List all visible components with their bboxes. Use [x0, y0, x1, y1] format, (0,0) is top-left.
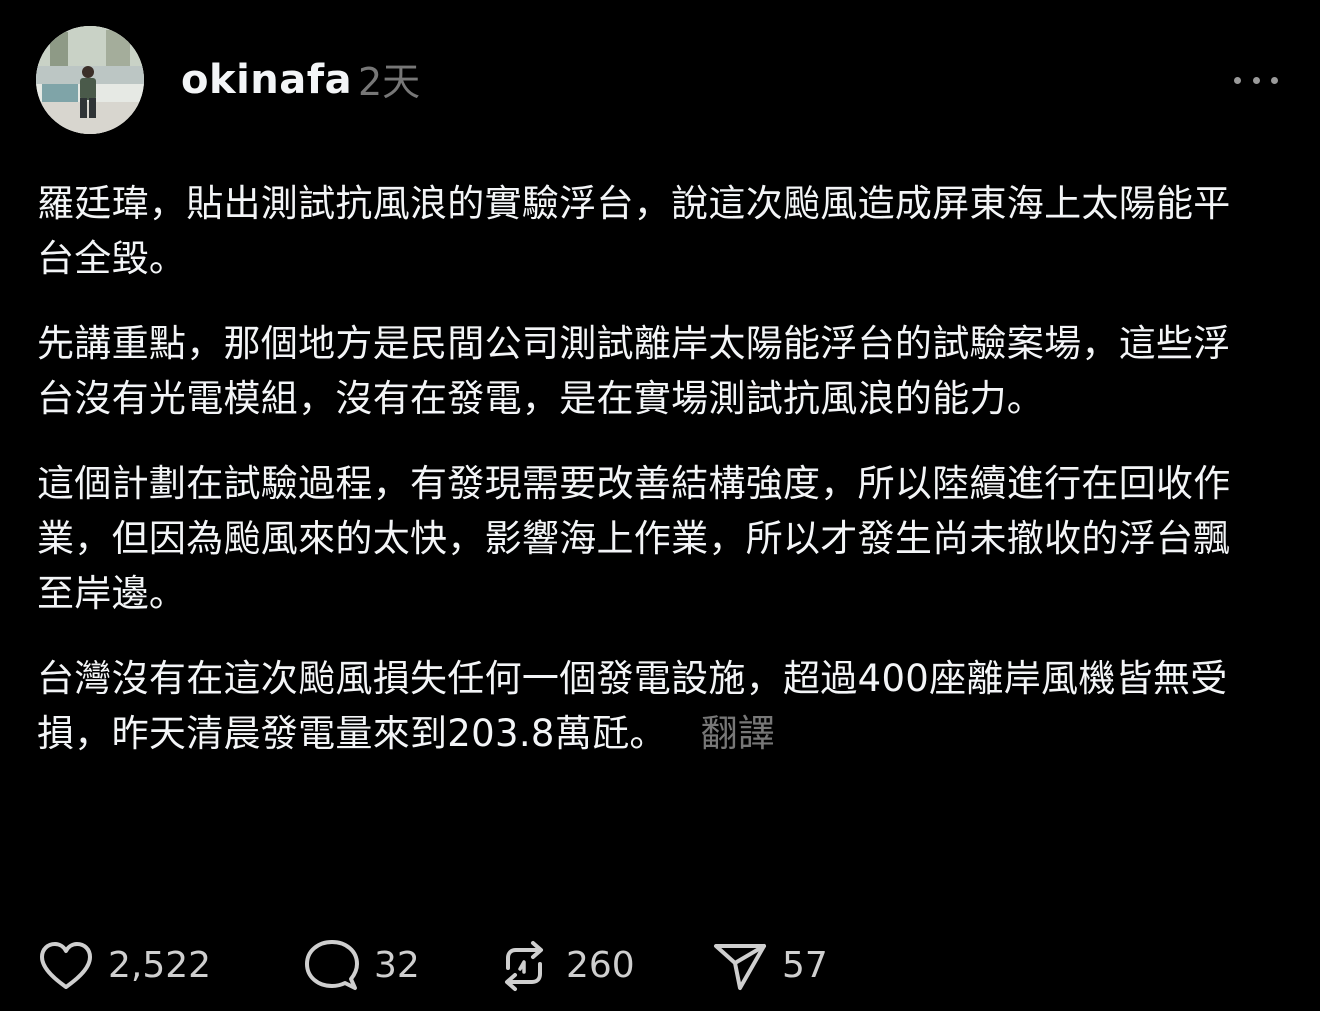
more-options-button[interactable]	[1234, 70, 1278, 90]
repost-count: 260	[566, 945, 635, 986]
comment-button[interactable]: 32	[304, 936, 420, 996]
share-button[interactable]: 57	[712, 936, 828, 996]
post-paragraph: 這個計劃在試驗過程，有發現需要改善結構強度，所以陸續進行在回收作業，但因為颱風來…	[37, 462, 1231, 615]
like-button[interactable]: 2,522	[38, 936, 211, 996]
comment-count: 32	[374, 945, 420, 986]
more-horizontal-icon	[1234, 76, 1241, 84]
avatar[interactable]	[36, 26, 144, 134]
post-paragraph-text: 台灣沒有在這次颱風損失任何一個發電設施，超過400座離岸風機皆無受損，昨天清晨發…	[37, 657, 1228, 755]
post-paragraph-last: 台灣沒有在這次颱風損失任何一個發電設施，超過400座離岸風機皆無受損，昨天清晨發…	[37, 651, 1247, 761]
translate-link[interactable]: 翻譯	[701, 712, 776, 755]
post-paragraph: 先講重點，那個地方是民間公司測試離岸太陽能浮台的試驗案場，這些浮台沒有光電模組，…	[37, 322, 1231, 420]
like-count: 2,522	[108, 945, 212, 986]
post-paragraph: 羅廷瑋，貼出測試抗風浪的實驗浮台，說這次颱風造成屏東海上太陽能平台全毀。	[37, 182, 1231, 280]
repost-arrows-icon	[496, 938, 552, 994]
share-count: 57	[782, 945, 828, 986]
paper-plane-icon	[712, 938, 768, 994]
post-body: 羅廷瑋，貼出測試抗風浪的實驗浮台，說這次颱風造成屏東海上太陽能平台全毀。 先講重…	[37, 176, 1247, 791]
more-horizontal-icon	[1271, 76, 1278, 84]
repost-button[interactable]: 260	[496, 936, 635, 996]
username[interactable]: okinafa	[181, 56, 352, 104]
post-header: okinafa 2天	[36, 26, 1284, 134]
heart-icon	[38, 939, 94, 993]
speech-bubble-icon	[304, 938, 360, 994]
action-bar: 2,522 32 260 57	[38, 936, 938, 996]
timestamp: 2天	[358, 60, 421, 104]
more-horizontal-icon	[1252, 76, 1260, 84]
threads-post: okinafa 2天 羅廷瑋，貼出測試抗風浪的實驗浮台，說這次颱風造成屏東海上太…	[0, 0, 1320, 1011]
